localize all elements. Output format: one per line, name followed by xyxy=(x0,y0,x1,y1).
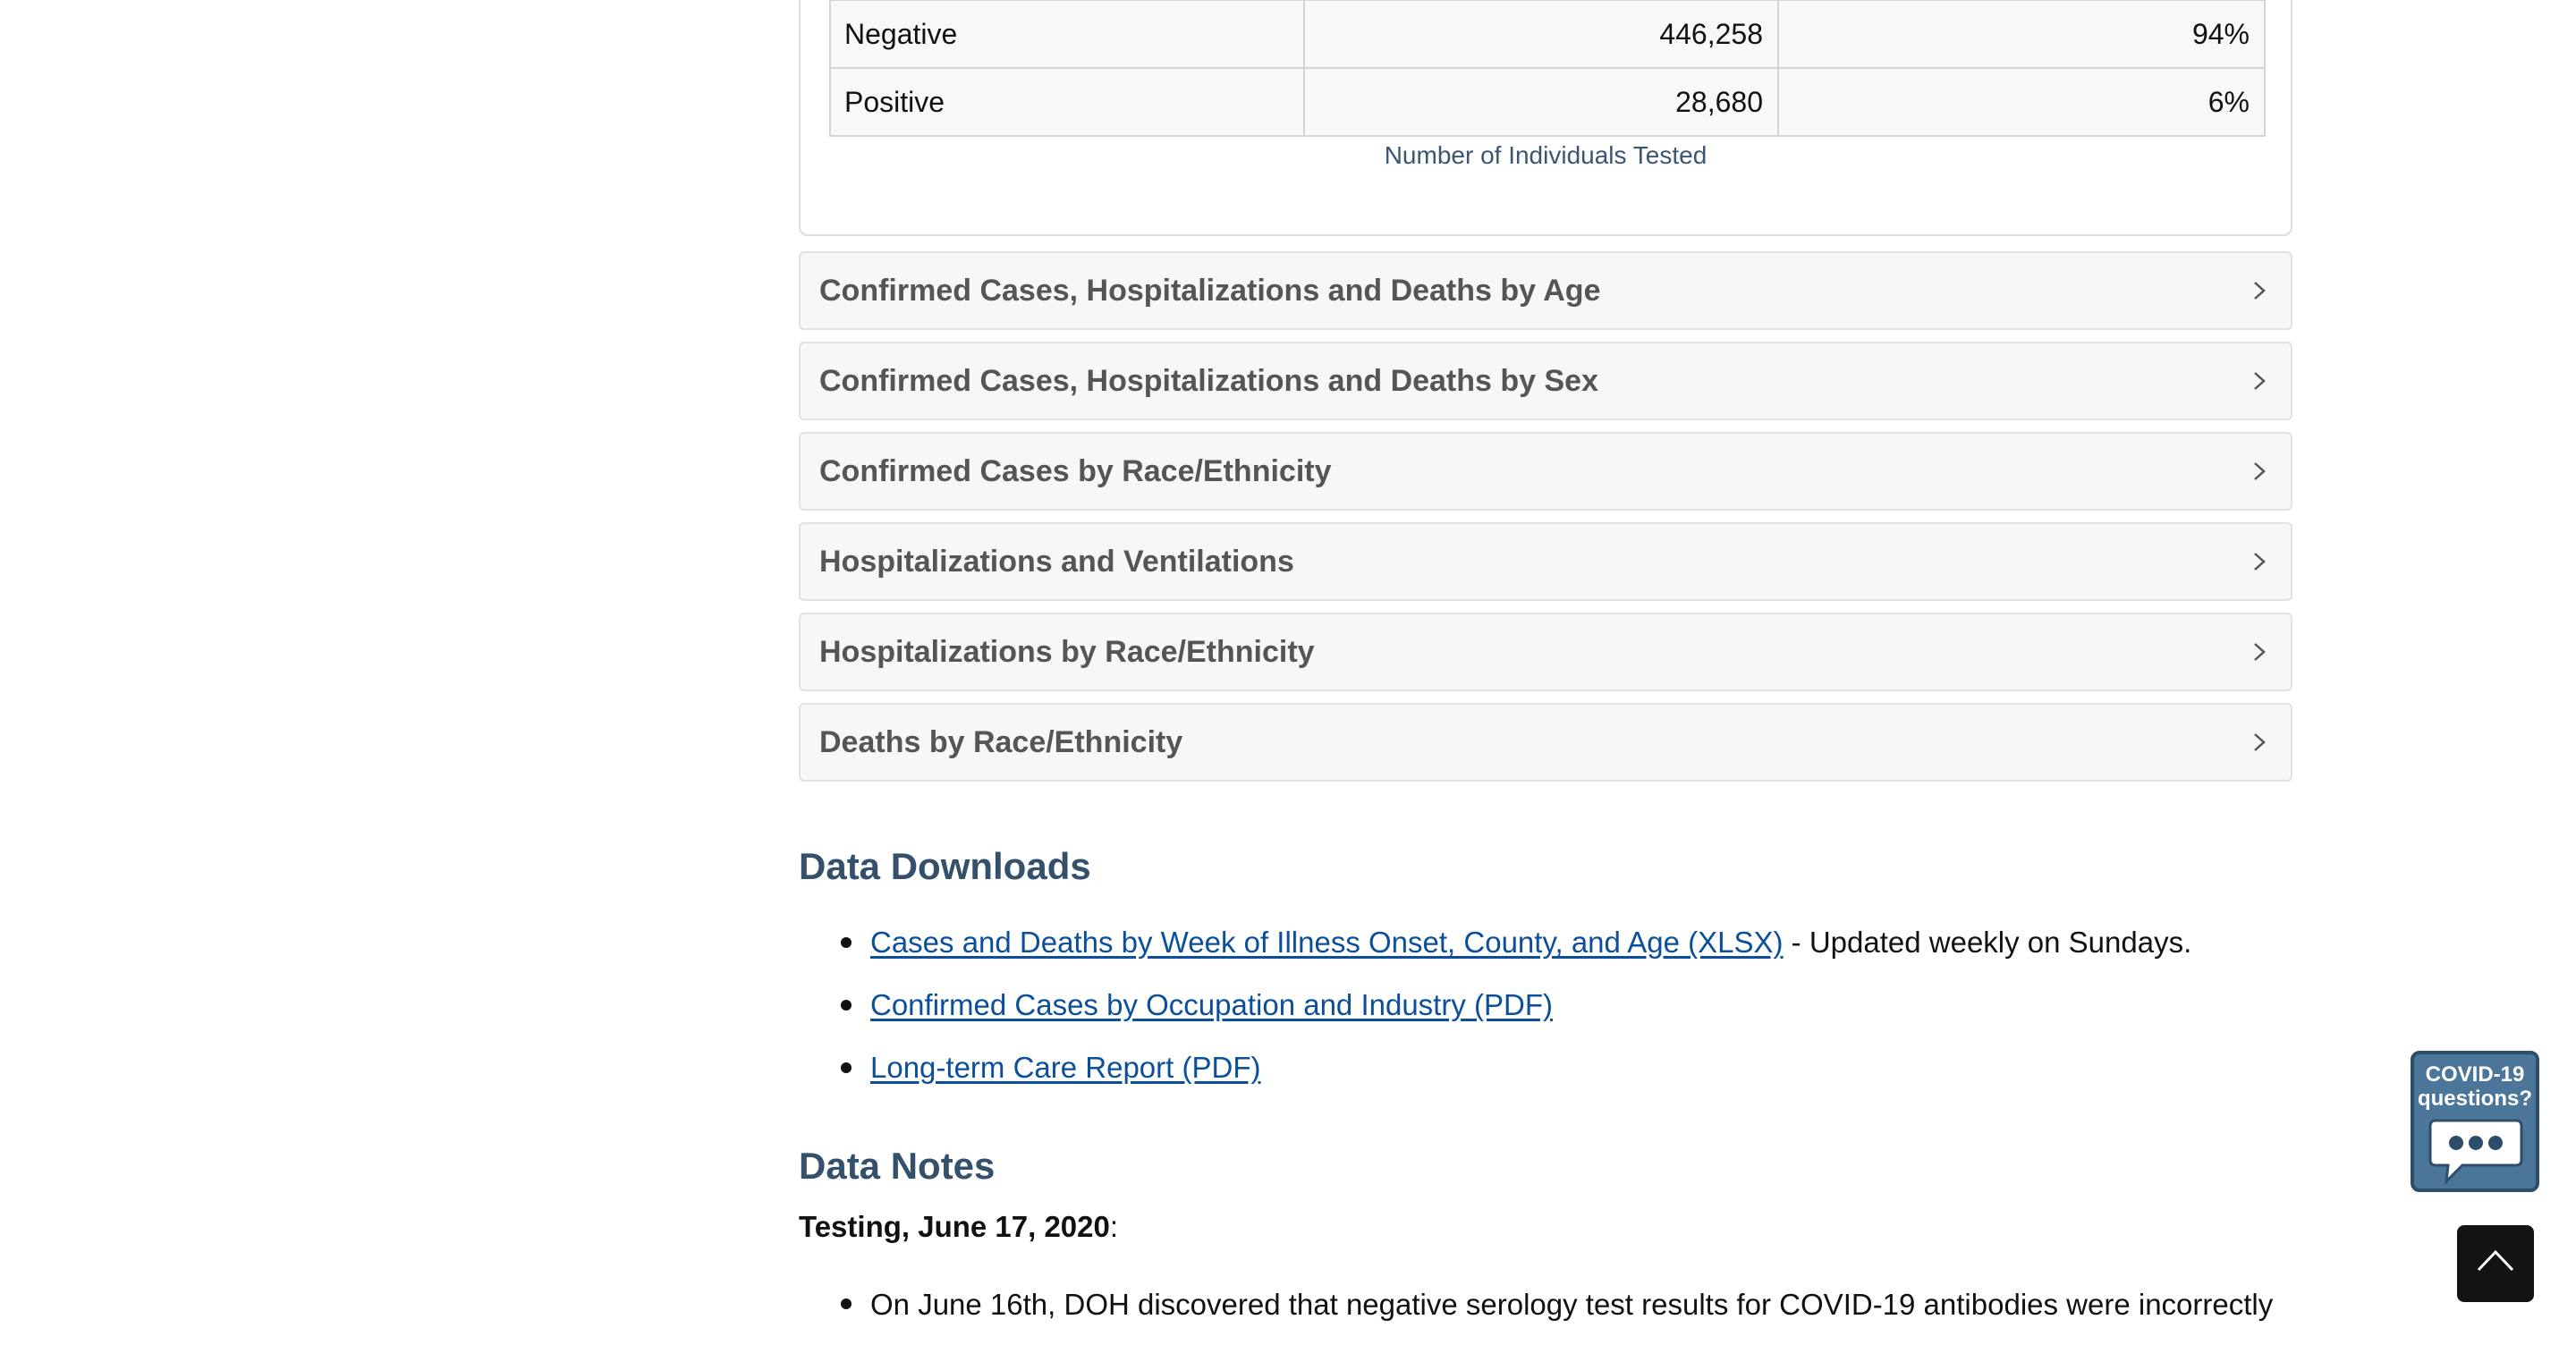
accordion-title: Hospitalizations by Race/Ethnicity xyxy=(819,635,1315,669)
accordion-sex[interactable]: Confirmed Cases, Hospitalizations and De… xyxy=(799,342,2292,420)
notes-date-colon: : xyxy=(1109,1210,1119,1243)
accordion-title: Confirmed Cases by Race/Ethnicity xyxy=(819,454,1332,488)
accordion-title: Hospitalizations and Ventilations xyxy=(819,545,1294,579)
chevron-right-icon xyxy=(2254,733,2266,751)
bullet-icon xyxy=(841,1062,852,1073)
data-notes-subheading: Testing, June 17, 2020: xyxy=(799,1210,1118,1244)
download-link-long-term-care-pdf[interactable]: Long-term Care Report (PDF) xyxy=(870,1051,1260,1084)
table-row: Negative 446,258 94% xyxy=(829,0,2266,69)
accordion-deaths-race[interactable]: Deaths by Race/Ethnicity xyxy=(799,703,2292,782)
accordion-title: Confirmed Cases, Hospitalizations and De… xyxy=(819,364,1599,398)
table-cell-count: 446,258 xyxy=(1303,0,1779,69)
accordion-title: Deaths by Race/Ethnicity xyxy=(819,725,1183,759)
download-link-occupation-pdf[interactable]: Confirmed Cases by Occupation and Indust… xyxy=(870,988,1553,1021)
accordion-title: Confirmed Cases, Hospitalizations and De… xyxy=(819,274,1601,308)
accordion-age[interactable]: Confirmed Cases, Hospitalizations and De… xyxy=(799,251,2292,330)
table-caption: Number of Individuals Tested xyxy=(1384,141,1707,169)
bullet-icon xyxy=(841,1000,852,1011)
chevron-right-icon xyxy=(2254,372,2266,390)
testing-results-table: Negative 446,258 94% Positive 28,680 6% xyxy=(829,0,2266,137)
widget-title-line1: COVID-19 xyxy=(2425,1062,2525,1087)
notes-date-label: Testing, June 17, 2020 xyxy=(799,1210,1110,1243)
chevron-right-icon xyxy=(2254,282,2266,300)
chevron-right-icon xyxy=(2254,462,2266,480)
note-text: On June 16th, DOH discovered that negati… xyxy=(870,1288,2274,1321)
download-note: - Updated weekly on Sundays. xyxy=(1783,926,2192,959)
table-cell-label: Positive xyxy=(829,67,1305,137)
data-notes-heading: Data Notes xyxy=(799,1145,996,1187)
accordion-race-ethnicity[interactable]: Confirmed Cases by Race/Ethnicity xyxy=(799,432,2292,511)
chevron-right-icon xyxy=(2254,553,2266,571)
list-item: Confirmed Cases by Occupation and Indust… xyxy=(841,985,2191,1048)
table-cell-percent: 6% xyxy=(1777,67,2266,137)
list-item: Cases and Deaths by Week of Illness Onse… xyxy=(841,923,2191,985)
data-downloads-list: Cases and Deaths by Week of Illness Onse… xyxy=(841,923,2191,1111)
covid-questions-widget[interactable]: COVID-19 questions? xyxy=(2411,1051,2539,1192)
back-to-top-button[interactable] xyxy=(2457,1225,2534,1302)
chat-bubble-icon xyxy=(2428,1119,2523,1186)
data-notes-list: On June 16th, DOH discovered that negati… xyxy=(841,1284,2308,1325)
page: Negative 446,258 94% Positive 28,680 6% … xyxy=(0,0,2576,1345)
table-cell-label: Negative xyxy=(829,0,1305,69)
testing-results-card: Negative 446,258 94% Positive 28,680 6% … xyxy=(799,0,2292,236)
table-cell-percent: 94% xyxy=(1777,0,2266,69)
chevron-right-icon xyxy=(2254,643,2266,661)
download-link-cases-deaths-xlsx[interactable]: Cases and Deaths by Week of Illness Onse… xyxy=(870,926,1784,959)
data-downloads-heading: Data Downloads xyxy=(799,845,1091,887)
list-item: Long-term Care Report (PDF) xyxy=(841,1048,2191,1111)
bullet-icon xyxy=(841,937,852,948)
table-cell-count: 28,680 xyxy=(1303,67,1779,137)
accordion-hospitalizations-ventilations[interactable]: Hospitalizations and Ventilations xyxy=(799,522,2292,601)
list-item: On June 16th, DOH discovered that negati… xyxy=(841,1284,2308,1325)
bullet-icon xyxy=(841,1298,852,1309)
chevron-up-icon xyxy=(2477,1249,2514,1272)
table-row: Positive 28,680 6% xyxy=(829,67,2266,137)
accordion-hospitalizations-race[interactable]: Hospitalizations by Race/Ethnicity xyxy=(799,613,2292,691)
widget-title-line2: questions? xyxy=(2417,1087,2532,1111)
